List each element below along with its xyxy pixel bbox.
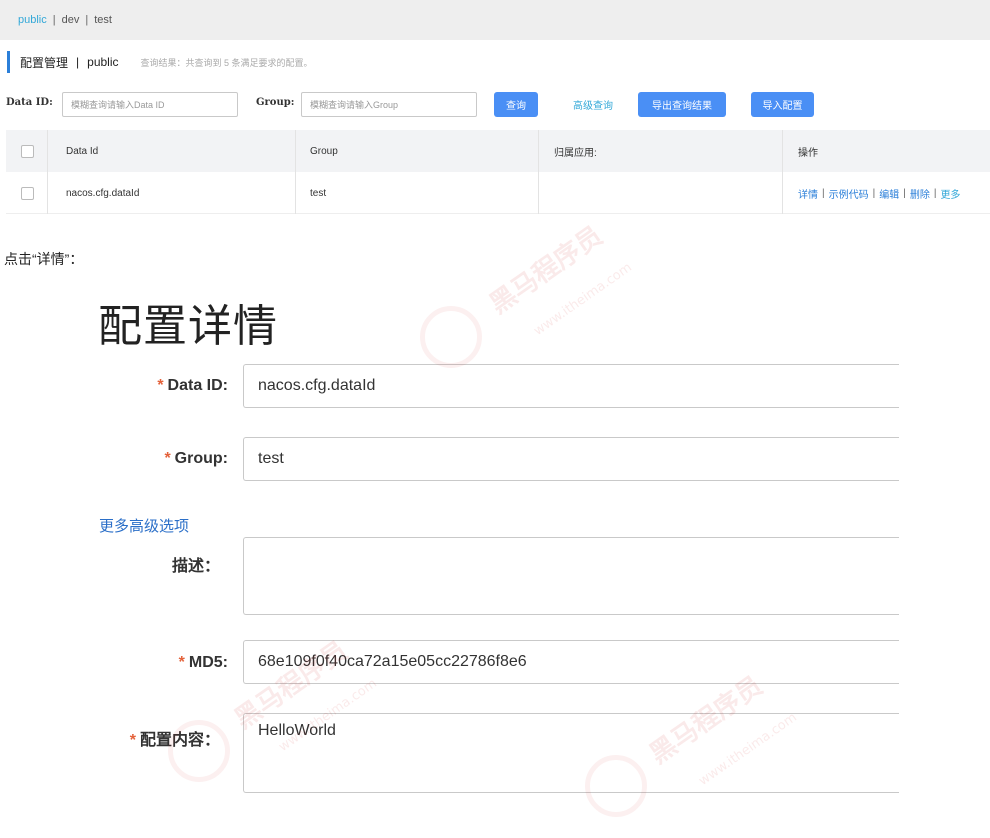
sample-code-link[interactable]: 示例代码 bbox=[829, 186, 869, 201]
select-all-checkbox[interactable] bbox=[21, 144, 34, 158]
namespace-tab-test[interactable]: test bbox=[94, 14, 112, 26]
column-divider bbox=[538, 130, 539, 172]
description-field[interactable] bbox=[243, 537, 899, 615]
page-title: 配置管理 bbox=[20, 55, 69, 70]
query-button[interactable]: 查询 bbox=[494, 92, 538, 117]
row-checkbox[interactable] bbox=[21, 186, 34, 200]
md5-field[interactable]: 68e109f0f40ca72a15e05cc22786f8e6 bbox=[243, 640, 899, 684]
watermark-url: www.itheima.com bbox=[531, 260, 635, 339]
row-actions: 详情 | 示例代码 | 编辑 | 删除 | 更多 bbox=[798, 172, 960, 214]
column-divider bbox=[782, 172, 783, 214]
action-separator: | bbox=[822, 187, 825, 199]
more-link[interactable]: 更多 bbox=[940, 186, 960, 201]
header-accent-bar bbox=[7, 51, 10, 73]
column-header-app: 归属应用: bbox=[554, 147, 597, 159]
row-checkbox-cell bbox=[21, 172, 34, 214]
export-results-button[interactable]: 导出查询结果 bbox=[638, 92, 726, 117]
config-table: Data Id Group 归属应用: 操作 nacos.cfg.dataId … bbox=[6, 130, 990, 214]
table-row: nacos.cfg.dataId test 详情 | 示例代码 | 编辑 | 删… bbox=[6, 172, 990, 214]
action-separator: | bbox=[903, 187, 906, 199]
column-divider bbox=[538, 172, 539, 214]
required-star: * bbox=[164, 450, 171, 467]
column-header-actions: 操作 bbox=[798, 147, 818, 159]
data-id-field[interactable]: nacos.cfg.dataId bbox=[243, 364, 899, 408]
edit-link[interactable]: 编辑 bbox=[879, 186, 899, 201]
page-header: 配置管理 | public 查询结果：共查询到 5 条满足要求的配置。 bbox=[7, 50, 313, 74]
namespace-tab-dev[interactable]: dev bbox=[62, 14, 80, 26]
column-header-data-id: Data Id bbox=[66, 145, 99, 157]
delete-link[interactable]: 删除 bbox=[910, 186, 930, 201]
table-header-row: Data Id Group 归属应用: 操作 bbox=[6, 130, 990, 172]
group-label: Group: bbox=[256, 97, 295, 108]
import-config-button[interactable]: 导入配置 bbox=[751, 92, 814, 117]
watermark-logo-icon bbox=[420, 306, 482, 368]
required-star: * bbox=[129, 732, 136, 749]
advanced-query-link[interactable]: 高级查询 bbox=[573, 97, 613, 112]
column-divider bbox=[47, 130, 48, 172]
column-divider bbox=[295, 130, 296, 172]
group-field[interactable]: test bbox=[243, 437, 899, 481]
cell-data-id: nacos.cfg.dataId bbox=[66, 187, 140, 199]
required-star: * bbox=[157, 377, 164, 394]
header-separator: | bbox=[76, 55, 80, 69]
detail-link[interactable]: 详情 bbox=[798, 186, 818, 201]
namespace-tab-public[interactable]: public bbox=[18, 14, 47, 26]
description-field-label: 描述： bbox=[171, 558, 220, 575]
instruction-text: 点击“详情”： bbox=[4, 251, 84, 267]
detail-title: 配置详情 bbox=[98, 302, 278, 351]
column-divider bbox=[295, 172, 296, 214]
watermark-brand: 黑马程序员 bbox=[484, 220, 609, 321]
column-divider bbox=[47, 172, 48, 214]
column-divider bbox=[782, 130, 783, 172]
group-search-input[interactable]: 模糊查询请输入Group bbox=[301, 92, 477, 117]
content-field[interactable]: HelloWorld bbox=[243, 713, 899, 793]
data-id-field-label: * Data ID: bbox=[157, 377, 228, 394]
md5-field-label: * MD5: bbox=[178, 654, 228, 671]
cell-group: test bbox=[310, 187, 327, 199]
data-id-label: Data ID: bbox=[6, 97, 53, 108]
group-field-label: * Group: bbox=[164, 450, 228, 467]
current-namespace: public bbox=[87, 55, 119, 69]
search-row: Data ID: 模糊查询请输入Data ID Group: 模糊查询请输入Gr… bbox=[6, 92, 990, 118]
data-id-search-input[interactable]: 模糊查询请输入Data ID bbox=[62, 92, 238, 117]
required-star: * bbox=[178, 654, 185, 671]
action-separator: | bbox=[933, 187, 937, 199]
namespace-bar: public | dev | test bbox=[0, 0, 990, 40]
select-all-checkbox-cell bbox=[21, 130, 34, 172]
content-field-label: * 配置内容： bbox=[129, 732, 220, 749]
namespace-separator: | bbox=[85, 14, 89, 26]
namespace-separator: | bbox=[52, 14, 56, 26]
action-separator: | bbox=[872, 187, 876, 199]
query-result-text: 查询结果：共查询到 5 条满足要求的配置。 bbox=[140, 57, 313, 68]
column-header-group: Group bbox=[310, 145, 338, 157]
more-advanced-options-link[interactable]: 更多高级选项 bbox=[99, 515, 189, 536]
